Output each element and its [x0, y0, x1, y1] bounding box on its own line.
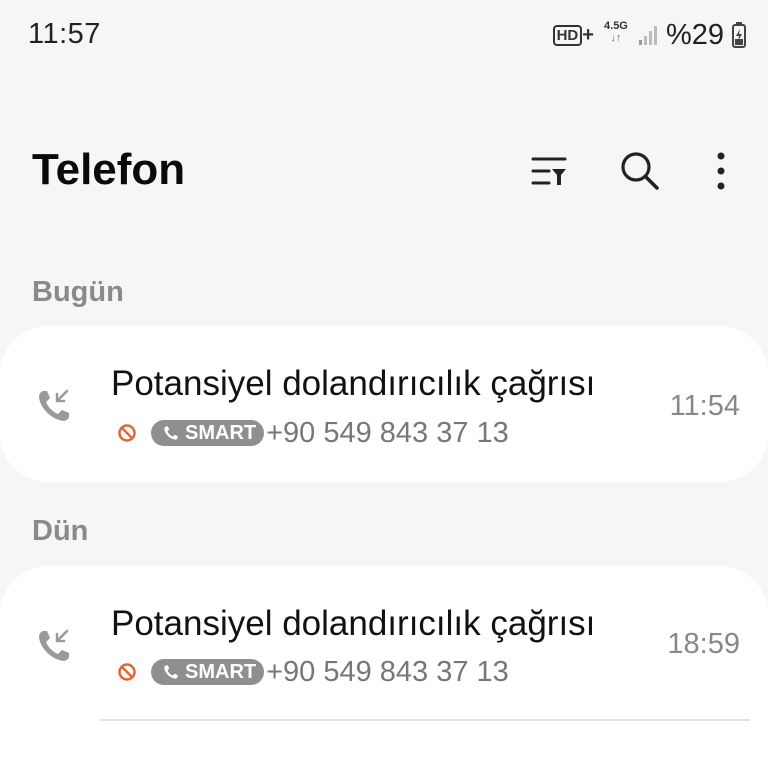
phone-icon: [163, 425, 179, 441]
call-details: SMART +90 549 843 37 13: [117, 655, 509, 688]
network-type: 4.5G: [604, 20, 628, 32]
call-log-item[interactable]: Potansiyel dolandırıcılık çağrısı SMART …: [0, 566, 768, 768]
status-time: 11:57: [28, 18, 101, 50]
hd-voice-icon: HD +: [552, 23, 594, 47]
incoming-call-icon: [36, 628, 72, 664]
smart-badge: SMART: [151, 420, 265, 446]
hd-plus: +: [582, 23, 594, 46]
smart-badge-label: SMART: [185, 421, 257, 444]
filter-icon[interactable]: [526, 148, 572, 194]
incoming-call-icon: [36, 388, 72, 424]
status-bar: 11:57 HD + 4.5G ↓↑ %29: [0, 0, 768, 70]
phone-number: +90 549 843 37 13: [266, 416, 509, 449]
network-4-5g-icon: 4.5G ↓↑: [602, 20, 630, 50]
block-icon: [117, 423, 137, 443]
call-time: 11:54: [669, 390, 740, 422]
call-log-item[interactable]: Potansiyel dolandırıcılık çağrısı SMART …: [0, 326, 768, 482]
network-arrows: ↓↑: [610, 32, 622, 44]
call-details: SMART +90 549 843 37 13: [117, 416, 509, 449]
phone-number: +90 549 843 37 13: [266, 655, 509, 688]
signal-icon: [638, 24, 658, 46]
smart-badge-label: SMART: [185, 660, 257, 683]
phone-icon: [163, 664, 179, 680]
battery-percent: %29: [665, 18, 724, 51]
section-label-yesterday: Dün: [32, 515, 89, 547]
call-time: 18:59: [667, 628, 740, 660]
block-icon: [117, 662, 137, 682]
status-icons: HD + 4.5G ↓↑ %29: [552, 18, 746, 52]
caller-name: Potansiyel dolandırıcılık çağrısı: [111, 364, 596, 403]
phone-app-screen: 11:57 HD + 4.5G ↓↑ %29 Telefon Bugün Pot…: [0, 0, 768, 768]
page-title: Telefon: [32, 145, 186, 194]
section-label-today: Bugün: [32, 276, 124, 308]
list-divider: [100, 719, 750, 721]
hd-label: HD: [552, 24, 583, 46]
battery-charging-icon: [732, 22, 746, 48]
search-icon[interactable]: [617, 148, 663, 194]
caller-name: Potansiyel dolandırıcılık çağrısı: [111, 604, 596, 643]
smart-badge: SMART: [151, 659, 265, 685]
more-options-icon[interactable]: [698, 148, 744, 194]
